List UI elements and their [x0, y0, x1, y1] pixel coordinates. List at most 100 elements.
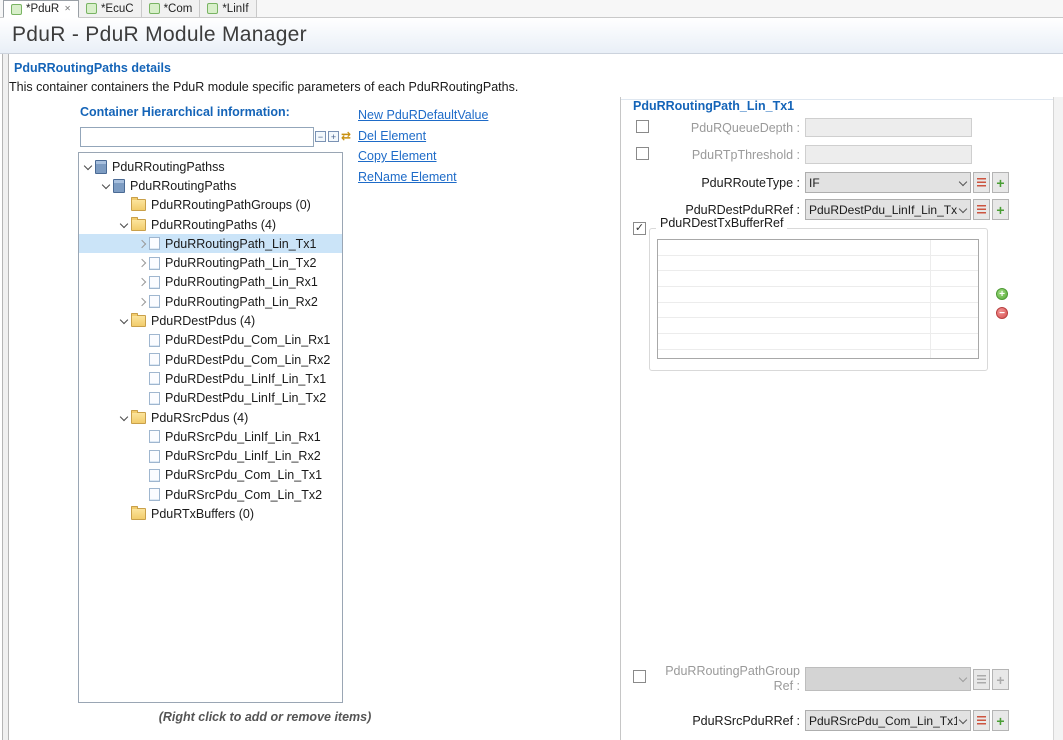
tree-item-label: PduRSrcPdu_LinIf_Lin_Rx2 [165, 449, 321, 463]
group-ref-dropdown [805, 667, 971, 691]
tree-item[interactable]: PduRSrcPdu_Com_Lin_Tx2 [79, 485, 342, 504]
tree-item[interactable]: PduRRoutingPath_Lin_Rx2 [79, 292, 342, 311]
doc-icon [149, 353, 160, 366]
expander-open-icon[interactable] [119, 219, 131, 231]
tree-item[interactable]: PduRSrcPdu_LinIf_Lin_Rx1 [79, 427, 342, 446]
remove-row-button[interactable]: − [996, 307, 1008, 319]
tree-item-label: PduRRoutingPaths [130, 179, 236, 193]
action-new-pdurdefaultvalue[interactable]: New PduRDefaultValue [358, 108, 538, 122]
expander-spacer [137, 489, 149, 501]
tree-item[interactable]: PduRRoutingPath_Lin_Tx1 [79, 234, 342, 253]
dest-pdu-ref-dropdown[interactable]: PduRDestPdu_LinIf_Lin_Tx1 [805, 199, 971, 220]
expander-spacer [137, 373, 149, 385]
expander-open-icon[interactable] [119, 412, 131, 424]
tree-item[interactable]: PduRRoutingPaths (4) [79, 215, 342, 234]
module-tab-icon [86, 3, 97, 14]
queue-depth-label: PduRQueueDepth : [620, 121, 800, 135]
panel-separator [620, 97, 621, 740]
src-pdu-ref-value: PduRSrcPdu_Com_Lin_Tx1 [809, 714, 957, 728]
expand-all-icon[interactable]: + [328, 131, 339, 142]
tree-item[interactable]: PduRDestPdu_Com_Lin_Rx1 [79, 331, 342, 350]
page-title: PduR - PduR Module Manager [12, 23, 307, 47]
sync-selection-icon[interactable]: ⇄ [341, 129, 351, 143]
src-pdu-ref-dropdown[interactable]: PduRSrcPdu_Com_Lin_Tx1 [805, 710, 971, 731]
tree-item[interactable]: PduRRoutingPaths [79, 176, 342, 195]
route-type-dropdown[interactable]: IF [805, 172, 971, 193]
plus-icon: + [996, 177, 1004, 189]
tree-item[interactable]: PduRDestPdu_LinIf_Lin_Tx1 [79, 369, 342, 388]
vertical-scrollbar[interactable] [1053, 97, 1063, 740]
tree-item[interactable]: PduRDestPdu_LinIf_Lin_Tx2 [79, 389, 342, 408]
section-description: This container containers the PduR modul… [9, 80, 518, 94]
tree-item[interactable]: PduRTxBuffers (0) [79, 504, 342, 523]
add-row-button[interactable]: + [996, 288, 1008, 300]
expander-open-icon[interactable] [101, 180, 113, 192]
tree-item[interactable]: PduRRoutingPath_Lin_Tx2 [79, 253, 342, 272]
title-bar: PduR - PduR Module Manager [0, 18, 1063, 54]
dest-tx-buffer-label: PduRDestTxBufferRef [656, 216, 787, 230]
tab-com[interactable]: *Com [142, 0, 201, 17]
chevron-down-icon [957, 716, 967, 726]
route-type-add-button[interactable]: + [992, 172, 1009, 193]
tree-item-label: PduRSrcPdu_LinIf_Lin_Rx1 [165, 430, 321, 444]
plus-icon: + [996, 674, 1004, 686]
doc-icon [149, 450, 160, 463]
queue-depth-input[interactable] [805, 118, 972, 137]
tree-item[interactable]: PduRSrcPdu_Com_Lin_Tx1 [79, 466, 342, 485]
action-links: New PduRDefaultValue Del Element Copy Elem… [358, 108, 538, 190]
expander-open-icon[interactable] [119, 315, 131, 327]
pane-sash[interactable] [2, 54, 9, 740]
action-rename-element[interactable]: ReName Element [358, 170, 538, 184]
tab-label: *EcuC [101, 3, 134, 15]
action-del-element[interactable]: Del Element [358, 129, 538, 143]
container-info-heading: Container Hierarchical information: [80, 105, 290, 119]
plus-icon: + [996, 204, 1004, 216]
tp-threshold-input[interactable] [805, 145, 972, 164]
module-tab-icon [207, 3, 218, 14]
route-type-list-button[interactable] [973, 172, 990, 193]
tree-item[interactable]: PduRDestPdus (4) [79, 311, 342, 330]
dest-tx-buffer-checkbox[interactable]: ✓ [633, 222, 646, 235]
doc-icon [149, 372, 160, 385]
tree-item[interactable]: PduRRoutingPath_Lin_Rx1 [79, 273, 342, 292]
collapse-all-icon[interactable]: − [315, 131, 326, 142]
tab-pdur[interactable]: *PduR ✕ [3, 0, 79, 18]
expander-closed-icon[interactable] [137, 257, 149, 269]
module-tab-icon [149, 3, 160, 14]
tree-item-label: PduRSrcPdu_Com_Lin_Tx2 [165, 488, 322, 502]
expander-closed-icon[interactable] [137, 296, 149, 308]
route-type-label: PduRRouteType : [620, 176, 800, 190]
expander-spacer [137, 431, 149, 443]
doc-icon [149, 334, 160, 347]
tree-item-label: PduRRoutingPathss [112, 160, 225, 174]
src-pdu-ref-add-button[interactable]: + [992, 710, 1009, 731]
src-pdu-ref-list-button[interactable] [973, 710, 990, 731]
expander-closed-icon[interactable] [137, 276, 149, 288]
tree-item-label: PduRDestPdu_LinIf_Lin_Tx1 [165, 372, 326, 386]
tree-item[interactable]: PduRSrcPdu_LinIf_Lin_Rx2 [79, 446, 342, 465]
tree-item[interactable]: PduRRoutingPathss [79, 157, 342, 176]
tree-item[interactable]: PduRRoutingPathGroups (0) [79, 196, 342, 215]
tree-item[interactable]: PduRDestPdu_Com_Lin_Rx2 [79, 350, 342, 369]
expander-open-icon[interactable] [83, 161, 95, 173]
dest-pdu-ref-add-button[interactable]: + [992, 199, 1009, 220]
tab-ecuc[interactable]: *EcuC [79, 0, 142, 17]
dest-pdu-ref-list-button[interactable] [973, 199, 990, 220]
chevron-down-icon [957, 178, 967, 188]
tab-label: *PduR [26, 3, 59, 15]
tab-linif[interactable]: *LinIf [200, 0, 256, 17]
tree: PduRRoutingPathss PduRRoutingPaths PduRRou… [78, 152, 343, 703]
detail-heading: PduRRoutingPath_Lin_Tx1 [633, 99, 794, 113]
tree-item[interactable]: PduRSrcPdus (4) [79, 408, 342, 427]
group-ref-checkbox[interactable] [633, 670, 646, 683]
folder-icon [131, 412, 146, 424]
action-copy-element[interactable]: Copy Element [358, 149, 538, 163]
close-tab-icon[interactable]: ✕ [64, 5, 71, 13]
tree-item-label: PduRDestPdu_Com_Lin_Rx1 [165, 333, 330, 347]
expander-closed-icon[interactable] [137, 238, 149, 250]
module-tab-icon [11, 4, 22, 15]
chevron-down-icon [957, 674, 967, 684]
expander-spacer [137, 469, 149, 481]
tree-filter-input[interactable] [80, 127, 314, 147]
tp-threshold-label: PduRTpThreshold : [620, 148, 800, 162]
